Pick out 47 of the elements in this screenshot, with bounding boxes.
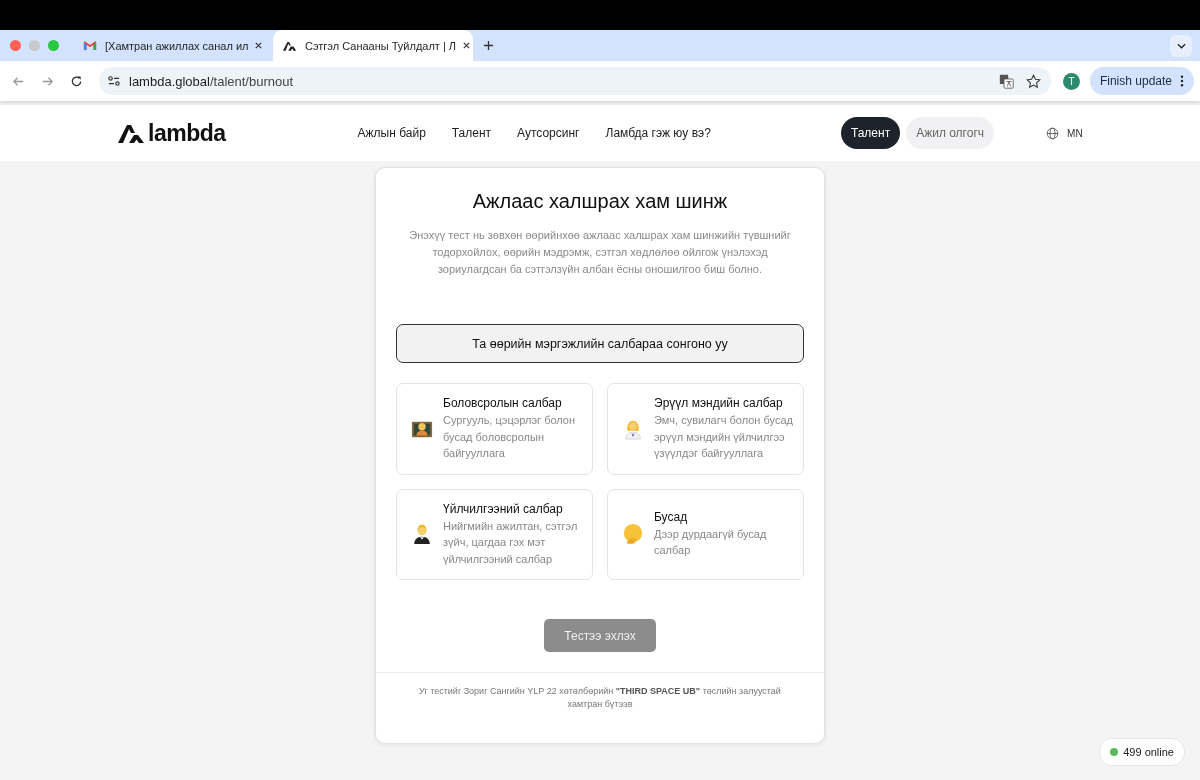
- browser-tab[interactable]: Сэтгэл Санааны Туйлдалт | Л: [273, 30, 473, 61]
- site-settings-icon[interactable]: [107, 75, 121, 87]
- sector-option[interactable]: Бусад Дээр дурдаагүй бусад салбар: [607, 488, 804, 580]
- sector-option[interactable]: Үйлчилгээний салбар Нийгмийн ажилтан, сэтгэл зүйч, цагдаа гэх мэт үйлчилгээний салбар: [396, 488, 593, 580]
- credit-note: Уг тестийг Зориг Сангийн YLP 22 хөтөлбөрийн "THIRD SPACE UB" төслийн залуустай хамтран бүтээв: [418, 685, 782, 711]
- lambda-logo-icon: [118, 123, 144, 143]
- sector-title: Бусад: [654, 509, 689, 524]
- close-tab-icon[interactable]: [462, 41, 472, 50]
- sector-description: Дээр дурдаагүй бусад салбар: [654, 526, 768, 559]
- bookmark-star-icon[interactable]: [1025, 73, 1041, 89]
- new-tab-icon[interactable]: [483, 40, 494, 51]
- sector-option[interactable]: Боловсролын салбар Сургууль, цэцэрлэг болон бусад боловсролын байгууллага: [396, 383, 593, 475]
- close-tab-icon[interactable]: [254, 41, 264, 50]
- sector-description: Сургууль, цэцэрлэг болон бусад боловсролын байгууллага: [443, 413, 577, 461]
- lambda-logo-icon: [283, 40, 297, 51]
- sector-title: Үйлчилгээний салбар: [443, 501, 564, 516]
- sector-option[interactable]: Эрүүл мэндийн салбар Эмч, сувилагч болон бусад эрүүл мэндийн үйлчилгээ үзүүлдэг байгууллага: [607, 383, 804, 475]
- card-description: Энэхүү тест нь зөвхөн өөрийнхөө ажлаас халшрах хам шинжийн түвшнийг тодорхойлох, өөрийн мэдрэмж, сэтгэл хөдлөлөө ойлгож үнэлэхэд зориулагдсан ба сэтгэлзүйн албан ёсны оношилгоо биш болно.: [408, 228, 792, 277]
- nav-link[interactable]: Талент: [451, 126, 492, 140]
- hand-on-chin-icon: [622, 523, 644, 546]
- nav-link[interactable]: Аутсорсинг: [517, 126, 580, 140]
- sector-description: Эмч, сувилагч болон бусад эрүүл мэндийн үйлчилгээ үзүүлдэг байгууллага: [654, 413, 794, 461]
- card-title: Ажлаас халшрах хам шинж: [472, 190, 728, 213]
- profile-avatar[interactable]: T: [1062, 72, 1080, 90]
- online-count: 499 online: [1123, 746, 1174, 758]
- sector-description: Нийгмийн ажилтан, сэтгэл зүйч, цагдаа гэх мэт үйлчилгээний салбар: [443, 518, 579, 567]
- nav-link[interactable]: Ламбда гэж юу вэ?: [605, 126, 711, 140]
- tab-list-button[interactable]: [1170, 34, 1192, 57]
- envelope-icon: [83, 40, 97, 51]
- finish-update-button[interactable]: Finish update: [1089, 67, 1194, 95]
- reload-icon[interactable]: [70, 74, 83, 88]
- address-bar[interactable]: lambda.global/talent/burnout: [99, 67, 1051, 95]
- role-toggle-button[interactable]: Талент: [840, 117, 901, 149]
- prompt-banner: Та өөрийн мэргэжлийн салбараа сонгоно уу: [396, 324, 804, 363]
- role-toggle-button[interactable]: Ажил олгогч: [906, 117, 995, 149]
- lambda-logo[interactable]: lambda: [118, 119, 226, 147]
- nav-link[interactable]: Ажлын байр: [357, 126, 426, 140]
- more-icon[interactable]: [1180, 75, 1184, 87]
- language-label[interactable]: MN: [1067, 127, 1083, 139]
- translate-icon[interactable]: [998, 73, 1014, 89]
- sector-title: Эрүүл мэндийн салбар: [654, 396, 784, 410]
- sector-title: Боловсролын салбар: [443, 396, 563, 410]
- logo-text: lambda: [148, 119, 226, 147]
- chevron-down-icon: [1176, 42, 1186, 49]
- person-in-suit-icon: [411, 523, 433, 546]
- browser-tab[interactable]: [Хамтран ажиллах санал ил: [73, 30, 273, 61]
- globe-icon[interactable]: [1046, 126, 1060, 140]
